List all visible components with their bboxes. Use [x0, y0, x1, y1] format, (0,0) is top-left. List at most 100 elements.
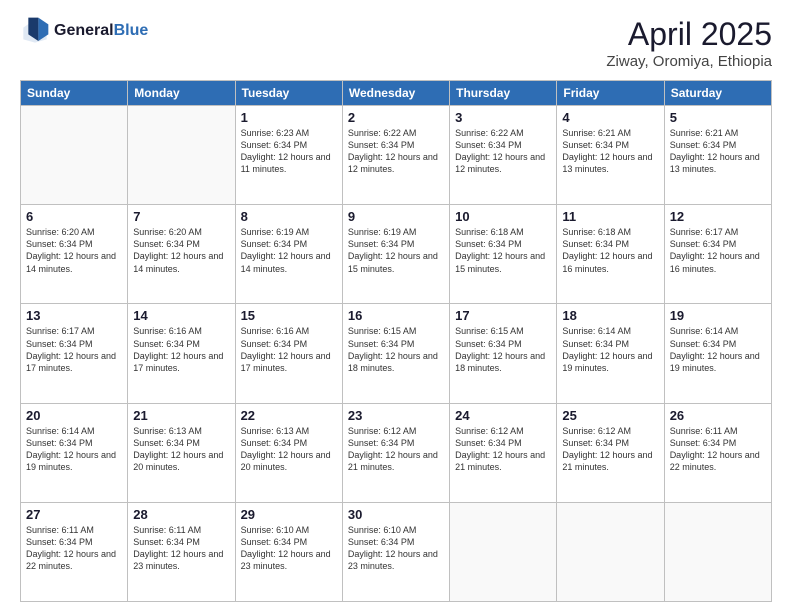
day-info: Sunrise: 6:22 AM Sunset: 6:34 PM Dayligh…: [455, 127, 551, 176]
day-cell: 22 Sunrise: 6:13 AM Sunset: 6:34 PM Dayli…: [235, 403, 342, 502]
subtitle: Ziway, Oromiya, Ethiopia: [606, 53, 772, 70]
day-number: 17: [455, 308, 551, 323]
day-number: 13: [26, 308, 122, 323]
day-number: 5: [670, 110, 766, 125]
day-number: 12: [670, 209, 766, 224]
day-cell: 6 Sunrise: 6:20 AM Sunset: 6:34 PM Daylig…: [21, 205, 128, 304]
day-cell: 14 Sunrise: 6:16 AM Sunset: 6:34 PM Dayli…: [128, 304, 235, 403]
day-info: Sunrise: 6:11 AM Sunset: 6:34 PM Dayligh…: [26, 524, 122, 573]
day-info: Sunrise: 6:17 AM Sunset: 6:34 PM Dayligh…: [670, 226, 766, 275]
day-number: 6: [26, 209, 122, 224]
week-row-2: 6 Sunrise: 6:20 AM Sunset: 6:34 PM Daylig…: [21, 205, 772, 304]
day-number: 22: [241, 408, 337, 423]
header-friday: Friday: [557, 81, 664, 106]
day-cell: 7 Sunrise: 6:20 AM Sunset: 6:34 PM Daylig…: [128, 205, 235, 304]
day-info: Sunrise: 6:10 AM Sunset: 6:34 PM Dayligh…: [241, 524, 337, 573]
day-number: 9: [348, 209, 444, 224]
day-number: 7: [133, 209, 229, 224]
day-number: 24: [455, 408, 551, 423]
day-cell: 27Sunrise: 6:11 AM Sunset: 6:34 PM Dayli…: [21, 502, 128, 601]
day-number: 28: [133, 507, 229, 522]
day-cell: 19 Sunrise: 6:14 AM Sunset: 6:34 PM Dayli…: [664, 304, 771, 403]
day-number: 25: [562, 408, 658, 423]
week-row-3: 13Sunrise: 6:17 AM Sunset: 6:34 PM Dayli…: [21, 304, 772, 403]
day-info: Sunrise: 6:13 AM Sunset: 6:34 PM Dayligh…: [241, 425, 337, 474]
main-title: April 2025: [606, 16, 772, 53]
day-number: 30: [348, 507, 444, 522]
day-number: 18: [562, 308, 658, 323]
logo-icon: [20, 16, 50, 46]
day-cell: 21Sunrise: 6:13 AM Sunset: 6:34 PM Dayli…: [128, 403, 235, 502]
day-cell: 20 Sunrise: 6:14 AM Sunset: 6:34 PM Dayli…: [21, 403, 128, 502]
day-info: Sunrise: 6:19 AM Sunset: 6:34 PM Dayligh…: [241, 226, 337, 275]
weekday-header-row: Sunday Monday Tuesday Wednesday Thursday…: [21, 81, 772, 106]
day-number: 23: [348, 408, 444, 423]
day-cell: 1 Sunrise: 6:23 AM Sunset: 6:34 PM Daylig…: [235, 106, 342, 205]
day-info: Sunrise: 6:23 AM Sunset: 6:34 PM Dayligh…: [241, 127, 337, 176]
day-cell: 5Sunrise: 6:21 AM Sunset: 6:34 PM Daylig…: [664, 106, 771, 205]
day-cell: 29 Sunrise: 6:10 AM Sunset: 6:34 PM Dayli…: [235, 502, 342, 601]
day-cell: 10 Sunrise: 6:18 AM Sunset: 6:34 PM Dayli…: [450, 205, 557, 304]
day-info: Sunrise: 6:15 AM Sunset: 6:34 PM Dayligh…: [348, 325, 444, 374]
week-row-5: 27Sunrise: 6:11 AM Sunset: 6:34 PM Dayli…: [21, 502, 772, 601]
logo: GeneralBlue: [20, 16, 148, 46]
day-info: Sunrise: 6:20 AM Sunset: 6:34 PM Dayligh…: [133, 226, 229, 275]
day-cell: 2 Sunrise: 6:22 AM Sunset: 6:34 PM Daylig…: [342, 106, 449, 205]
day-number: 11: [562, 209, 658, 224]
day-info: Sunrise: 6:16 AM Sunset: 6:34 PM Dayligh…: [241, 325, 337, 374]
day-number: 26: [670, 408, 766, 423]
day-info: Sunrise: 6:14 AM Sunset: 6:34 PM Dayligh…: [670, 325, 766, 374]
header-tuesday: Tuesday: [235, 81, 342, 106]
day-cell: 18 Sunrise: 6:14 AM Sunset: 6:34 PM Dayli…: [557, 304, 664, 403]
day-info: Sunrise: 6:22 AM Sunset: 6:34 PM Dayligh…: [348, 127, 444, 176]
day-number: 19: [670, 308, 766, 323]
day-cell: [664, 502, 771, 601]
day-number: 10: [455, 209, 551, 224]
day-info: Sunrise: 6:18 AM Sunset: 6:34 PM Dayligh…: [455, 226, 551, 275]
day-info: Sunrise: 6:14 AM Sunset: 6:34 PM Dayligh…: [26, 425, 122, 474]
day-info: Sunrise: 6:21 AM Sunset: 6:34 PM Dayligh…: [562, 127, 658, 176]
day-number: 29: [241, 507, 337, 522]
day-cell: 8 Sunrise: 6:19 AM Sunset: 6:34 PM Daylig…: [235, 205, 342, 304]
logo-text: GeneralBlue: [54, 22, 148, 40]
day-cell: 24 Sunrise: 6:12 AM Sunset: 6:34 PM Dayli…: [450, 403, 557, 502]
day-cell: 25 Sunrise: 6:12 AM Sunset: 6:34 PM Dayli…: [557, 403, 664, 502]
week-row-4: 20 Sunrise: 6:14 AM Sunset: 6:34 PM Dayli…: [21, 403, 772, 502]
day-info: Sunrise: 6:16 AM Sunset: 6:34 PM Dayligh…: [133, 325, 229, 374]
day-number: 16: [348, 308, 444, 323]
day-number: 20: [26, 408, 122, 423]
day-info: Sunrise: 6:11 AM Sunset: 6:34 PM Dayligh…: [133, 524, 229, 573]
day-cell: 3 Sunrise: 6:22 AM Sunset: 6:34 PM Daylig…: [450, 106, 557, 205]
header-wednesday: Wednesday: [342, 81, 449, 106]
day-cell: 28 Sunrise: 6:11 AM Sunset: 6:34 PM Dayli…: [128, 502, 235, 601]
day-number: 4: [562, 110, 658, 125]
day-info: Sunrise: 6:14 AM Sunset: 6:34 PM Dayligh…: [562, 325, 658, 374]
day-number: 1: [241, 110, 337, 125]
day-cell: 23Sunrise: 6:12 AM Sunset: 6:34 PM Dayli…: [342, 403, 449, 502]
day-cell: 13Sunrise: 6:17 AM Sunset: 6:34 PM Dayli…: [21, 304, 128, 403]
day-number: 2: [348, 110, 444, 125]
day-number: 3: [455, 110, 551, 125]
day-number: 15: [241, 308, 337, 323]
day-info: Sunrise: 6:15 AM Sunset: 6:34 PM Dayligh…: [455, 325, 551, 374]
day-info: Sunrise: 6:12 AM Sunset: 6:34 PM Dayligh…: [562, 425, 658, 474]
day-info: Sunrise: 6:12 AM Sunset: 6:34 PM Dayligh…: [455, 425, 551, 474]
day-cell: [128, 106, 235, 205]
day-info: Sunrise: 6:18 AM Sunset: 6:34 PM Dayligh…: [562, 226, 658, 275]
day-number: 14: [133, 308, 229, 323]
day-info: Sunrise: 6:10 AM Sunset: 6:34 PM Dayligh…: [348, 524, 444, 573]
day-cell: 26Sunrise: 6:11 AM Sunset: 6:34 PM Dayli…: [664, 403, 771, 502]
title-block: April 2025 Ziway, Oromiya, Ethiopia: [606, 16, 772, 70]
header: GeneralBlue April 2025 Ziway, Oromiya, E…: [20, 16, 772, 70]
day-cell: 17 Sunrise: 6:15 AM Sunset: 6:34 PM Dayli…: [450, 304, 557, 403]
day-cell: [21, 106, 128, 205]
page: GeneralBlue April 2025 Ziway, Oromiya, E…: [0, 0, 792, 612]
day-cell: 16 Sunrise: 6:15 AM Sunset: 6:34 PM Dayli…: [342, 304, 449, 403]
calendar-table: Sunday Monday Tuesday Wednesday Thursday…: [20, 80, 772, 602]
header-sunday: Sunday: [21, 81, 128, 106]
day-number: 8: [241, 209, 337, 224]
header-monday: Monday: [128, 81, 235, 106]
day-cell: [557, 502, 664, 601]
day-cell: 30 Sunrise: 6:10 AM Sunset: 6:34 PM Dayli…: [342, 502, 449, 601]
day-info: Sunrise: 6:20 AM Sunset: 6:34 PM Dayligh…: [26, 226, 122, 275]
